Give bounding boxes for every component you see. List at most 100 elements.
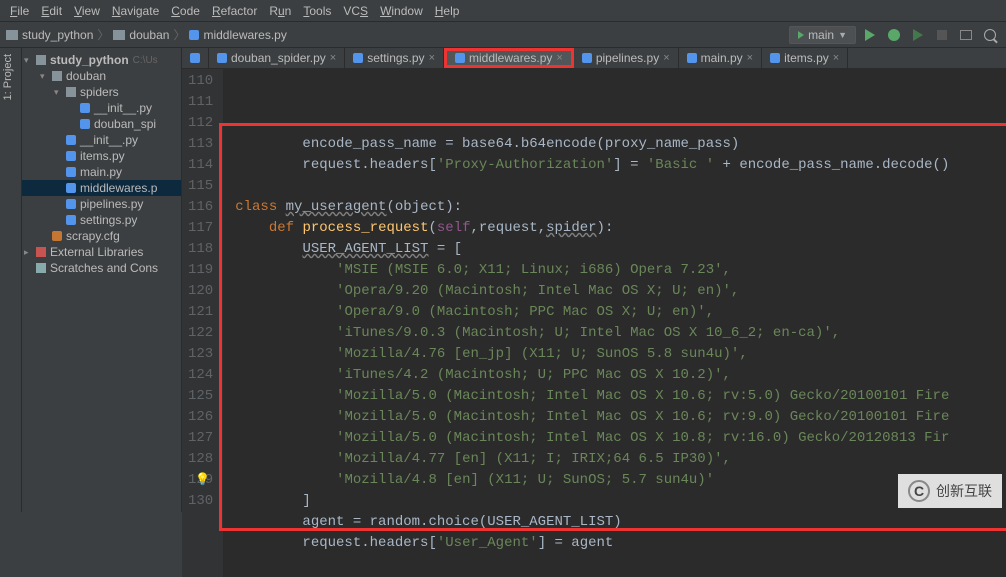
- tree-item[interactable]: pipelines.py: [22, 196, 181, 212]
- close-icon[interactable]: ×: [833, 52, 839, 64]
- tree-item-label: __init__.py: [94, 101, 152, 115]
- menu-code[interactable]: Code: [165, 2, 206, 19]
- python-file-icon: [66, 151, 76, 161]
- breadcrumb-folder: douban: [129, 28, 169, 42]
- python-file-icon: [353, 53, 363, 63]
- python-file-icon: [189, 30, 199, 40]
- expand-arrow-icon[interactable]: ▾: [24, 55, 32, 66]
- toolbar-right: main ▼: [789, 25, 1000, 45]
- menu-file[interactable]: File: [4, 2, 35, 19]
- search-icon: [984, 29, 996, 41]
- tab-label: pipelines.py: [596, 51, 659, 65]
- python-file-icon: [66, 215, 76, 225]
- expand-arrow-icon[interactable]: ▾: [40, 71, 48, 82]
- editor-tab[interactable]: douban_spider.py ×: [209, 48, 345, 68]
- python-file-icon: [455, 53, 465, 63]
- python-file-icon: [66, 167, 76, 177]
- config-file-icon: [52, 231, 62, 241]
- editor-tab[interactable]: pipelines.py ×: [574, 48, 679, 68]
- editor-tab[interactable]: settings.py ×: [345, 48, 444, 68]
- chevron-right-icon: 〉: [97, 26, 109, 43]
- close-icon[interactable]: ×: [330, 52, 336, 64]
- menu-edit[interactable]: Edit: [35, 2, 68, 19]
- editor-tab[interactable]: middlewares.py×: [444, 48, 574, 68]
- editor-tab[interactable]: [182, 48, 209, 68]
- stop-button[interactable]: [932, 25, 952, 45]
- menu-window[interactable]: Window: [374, 2, 429, 19]
- tree-item[interactable]: ▾douban: [22, 68, 181, 84]
- run-arrow-icon: [798, 31, 804, 39]
- python-file-icon: [582, 53, 592, 63]
- python-file-icon: [66, 183, 76, 193]
- tab-label: main.py: [701, 51, 743, 65]
- stop-icon: [937, 30, 947, 40]
- tree-item[interactable]: middlewares.p: [22, 180, 181, 196]
- tab-label: settings.py: [367, 51, 424, 65]
- run-button[interactable]: [860, 25, 880, 45]
- code-editor[interactable]: 1101111121131141151161171181191201211221…: [182, 69, 1006, 577]
- folder-icon: [6, 30, 18, 40]
- editor-tab[interactable]: main.py ×: [679, 48, 762, 68]
- python-file-icon: [770, 53, 780, 63]
- tree-item[interactable]: main.py: [22, 164, 181, 180]
- expand-arrow-icon[interactable]: ▾: [54, 87, 62, 98]
- layout-button[interactable]: [956, 25, 976, 45]
- tree-external-libraries[interactable]: ▸ External Libraries: [22, 244, 181, 260]
- menu-navigate[interactable]: Navigate: [106, 2, 165, 19]
- python-file-icon: [217, 53, 227, 63]
- tree-item[interactable]: __init__.py: [22, 132, 181, 148]
- menu-tools[interactable]: Tools: [297, 2, 337, 19]
- tree-item[interactable]: ▾ spiders: [22, 84, 181, 100]
- close-icon[interactable]: ×: [663, 52, 669, 64]
- editor-tab[interactable]: items.py×: [762, 48, 848, 68]
- editor-tabs: douban_spider.py×settings.py×middlewares…: [182, 48, 1006, 69]
- tree-item-label: items.py: [80, 149, 125, 163]
- search-everywhere-button[interactable]: [980, 25, 1000, 45]
- tree-item[interactable]: __init__.py: [22, 100, 181, 116]
- tree-item[interactable]: items.py: [22, 148, 181, 164]
- python-file-icon: [190, 53, 200, 63]
- tree-item-label: middlewares.p: [80, 181, 157, 195]
- tree-item[interactable]: scrapy.cfg: [22, 228, 181, 244]
- menu-refactor[interactable]: Refactor: [206, 2, 263, 19]
- folder-icon: [36, 55, 46, 65]
- code-area[interactable]: encode_pass_name = base64.b64encode(prox…: [223, 69, 949, 577]
- debug-button[interactable]: [884, 25, 904, 45]
- tree-item-label: settings.py: [80, 213, 137, 227]
- project-tool-toggle[interactable]: 1: Project: [0, 48, 16, 106]
- tree-item[interactable]: settings.py: [22, 212, 181, 228]
- folder-icon: [66, 87, 76, 97]
- folder-icon: [52, 71, 62, 81]
- menu-help[interactable]: Help: [429, 2, 466, 19]
- python-file-icon: [66, 199, 76, 209]
- python-file-icon: [80, 103, 90, 113]
- coverage-button[interactable]: [908, 25, 928, 45]
- menu-bar: File Edit View Navigate Code Refactor Ru…: [0, 0, 1006, 22]
- library-icon: [36, 247, 46, 257]
- close-icon[interactable]: ×: [747, 52, 753, 64]
- tree-item[interactable]: douban_spi: [22, 116, 181, 132]
- tab-label: douban_spider.py: [231, 51, 326, 65]
- scratch-icon: [36, 263, 46, 273]
- breadcrumb-file: middlewares.py: [203, 28, 286, 42]
- breadcrumb-project: study_python: [22, 28, 93, 42]
- tree-item-label: douban_spi: [94, 117, 156, 131]
- menu-vcs[interactable]: VCS: [337, 2, 374, 19]
- navigation-bar: study_python 〉 douban 〉 middlewares.py m…: [0, 22, 1006, 48]
- tree-item-label: spiders: [80, 85, 119, 99]
- intention-bulb-icon[interactable]: 💡: [195, 470, 210, 491]
- tree-scratches[interactable]: Scratches and Cons: [22, 260, 181, 276]
- expand-arrow-icon[interactable]: ▸: [24, 247, 32, 258]
- python-file-icon: [66, 135, 76, 145]
- left-strip: 1: Project: [0, 48, 22, 512]
- run-config-selector[interactable]: main ▼: [789, 26, 856, 44]
- close-icon[interactable]: ×: [556, 52, 562, 64]
- dropdown-icon: ▼: [838, 30, 847, 40]
- tree-root[interactable]: ▾ study_python C:\Us: [22, 52, 181, 68]
- project-tree[interactable]: ▾ study_python C:\Us ▾douban▾spiders__in…: [22, 48, 182, 512]
- close-icon[interactable]: ×: [429, 52, 435, 64]
- play-icon: [865, 29, 875, 41]
- breadcrumb[interactable]: study_python 〉 douban 〉 middlewares.py: [6, 26, 287, 43]
- menu-view[interactable]: View: [68, 2, 106, 19]
- menu-run[interactable]: Run: [263, 2, 297, 19]
